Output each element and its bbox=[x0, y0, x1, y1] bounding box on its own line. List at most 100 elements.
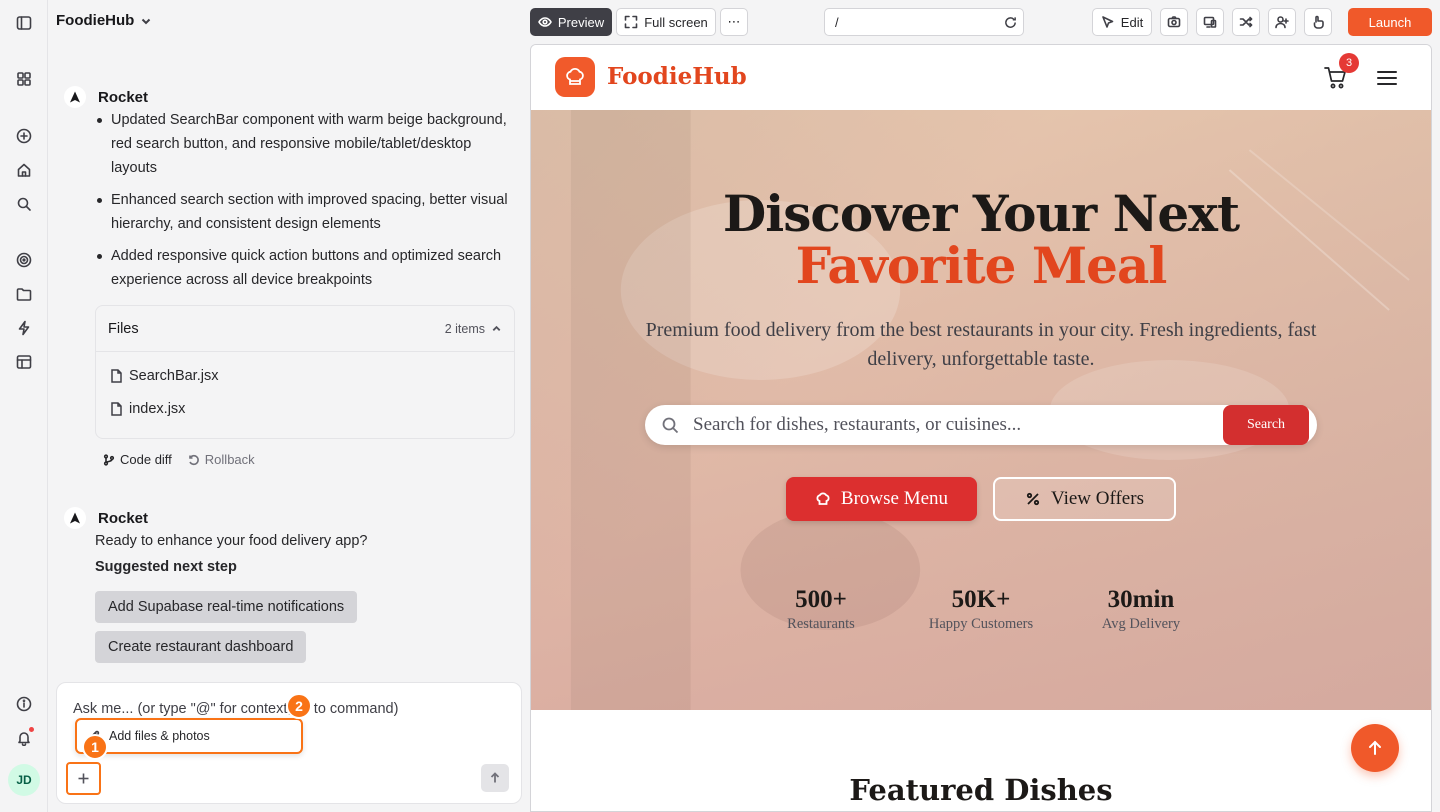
list-item: Enhanced search section with improved sp… bbox=[95, 188, 515, 236]
file-icon bbox=[111, 402, 122, 416]
scroll-to-top-button[interactable] bbox=[1351, 724, 1399, 772]
bolt-icon[interactable] bbox=[12, 316, 36, 340]
step-marker-2: 2 bbox=[286, 693, 312, 719]
cart-count-badge: 3 bbox=[1339, 53, 1359, 73]
featured-dishes-title: Featured Dishes bbox=[849, 773, 1113, 807]
arrow-up-icon bbox=[1369, 740, 1381, 755]
file-item[interactable]: index.jsx bbox=[110, 401, 185, 417]
launch-button[interactable]: Launch bbox=[1348, 8, 1432, 36]
cart-button[interactable]: 3 bbox=[1323, 53, 1359, 96]
url-text: / bbox=[835, 14, 839, 30]
view-offers-label: View Offers bbox=[1051, 488, 1144, 509]
shuffle-button[interactable] bbox=[1232, 8, 1260, 36]
files-count-label: 2 items bbox=[444, 321, 485, 336]
code-diff-button[interactable]: Code diff bbox=[103, 452, 172, 467]
step-marker-1: 1 bbox=[82, 734, 108, 760]
preview-label: Preview bbox=[557, 14, 605, 30]
share-user-button[interactable] bbox=[1268, 8, 1296, 36]
view-offers-button[interactable]: View Offers bbox=[993, 477, 1176, 521]
fullscreen-label: Full screen bbox=[644, 14, 708, 30]
sidebar-toggle-icon[interactable] bbox=[12, 11, 36, 35]
search-input[interactable]: Search for dishes, restaurants, or cuisi… bbox=[693, 414, 1021, 436]
hand-pointer-icon bbox=[1313, 15, 1324, 29]
fullscreen-button[interactable]: Full screen bbox=[616, 8, 716, 36]
chevron-down-icon bbox=[142, 18, 151, 24]
home-icon[interactable] bbox=[12, 158, 36, 182]
file-item[interactable]: SearchBar.jsx bbox=[110, 368, 218, 384]
edit-button[interactable]: Edit bbox=[1092, 8, 1152, 36]
stat-label: Avg Delivery bbox=[1101, 616, 1181, 632]
app-preview: FoodieHub 3 Discover Your Next Favorite … bbox=[530, 44, 1432, 812]
files-title: Files bbox=[108, 320, 139, 337]
browse-menu-label: Browse Menu bbox=[840, 488, 949, 509]
info-icon[interactable] bbox=[12, 692, 36, 716]
composer-placeholder[interactable]: Ask me... (or type "@" for context, "/" … bbox=[73, 701, 398, 717]
expand-icon bbox=[624, 15, 638, 29]
add-files-label: Add files & photos bbox=[109, 729, 210, 743]
stat-value: 50K+ bbox=[951, 586, 1011, 613]
edit-label: Edit bbox=[1120, 14, 1144, 30]
more-icon: ⋯ bbox=[727, 14, 741, 29]
search-icon[interactable] bbox=[12, 192, 36, 216]
camera-icon bbox=[1167, 16, 1181, 28]
message-actions: Code diff Rollback bbox=[103, 452, 255, 467]
refresh-icon[interactable] bbox=[1004, 16, 1017, 29]
new-chat-icon[interactable] bbox=[12, 124, 36, 148]
left-rail: JD bbox=[0, 0, 48, 812]
hamburger-menu-icon[interactable] bbox=[1377, 69, 1397, 92]
site-brand[interactable]: FoodieHub bbox=[607, 63, 747, 90]
target-icon[interactable] bbox=[12, 248, 36, 272]
hero-title-line2: Favorite Meal bbox=[795, 236, 1168, 295]
url-bar[interactable]: / bbox=[824, 8, 1024, 36]
code-diff-label: Code diff bbox=[120, 452, 172, 467]
suggestion-button[interactable]: Create restaurant dashboard bbox=[95, 631, 307, 663]
preview-button[interactable]: Preview bbox=[530, 8, 612, 36]
folder-icon[interactable] bbox=[12, 282, 36, 306]
bell-icon[interactable] bbox=[12, 726, 36, 750]
layout-icon[interactable] bbox=[12, 350, 36, 374]
hero-section: Discover Your Next Favorite Meal Premium… bbox=[531, 110, 1431, 710]
file-name: index.jsx bbox=[129, 401, 186, 417]
stat-value: 30min bbox=[1107, 586, 1175, 613]
avatar[interactable]: JD bbox=[8, 764, 40, 796]
list-item: Updated SearchBar component with warm be… bbox=[95, 108, 515, 180]
add-attachment-button[interactable] bbox=[66, 762, 101, 795]
screenshot-button[interactable] bbox=[1160, 8, 1188, 36]
message-author: Rocket bbox=[98, 88, 149, 106]
arrow-up-icon bbox=[490, 772, 500, 783]
devices-icon bbox=[1203, 16, 1217, 28]
eye-icon bbox=[538, 17, 552, 27]
chef-hat-logo-icon[interactable] bbox=[555, 57, 595, 97]
list-item: Added responsive quick action buttons an… bbox=[95, 244, 515, 292]
suggestions-title: Suggested next step bbox=[95, 559, 237, 575]
rollback-button[interactable]: Rollback bbox=[188, 452, 255, 467]
files-header[interactable]: Files 2 items bbox=[96, 306, 514, 352]
responsive-button[interactable] bbox=[1196, 8, 1224, 36]
chef-hat-icon bbox=[816, 492, 830, 505]
hero-search-bar[interactable]: Search for dishes, restaurants, or cuisi… bbox=[645, 405, 1317, 445]
apps-grid-icon[interactable] bbox=[12, 67, 36, 91]
chevron-up-icon[interactable] bbox=[491, 323, 502, 334]
search-icon bbox=[662, 417, 679, 434]
send-button[interactable] bbox=[481, 764, 509, 792]
deploy-button[interactable] bbox=[1304, 8, 1332, 36]
rocket-logo-icon bbox=[64, 86, 86, 108]
file-icon bbox=[111, 369, 122, 383]
hero-subtitle: Premium food delivery from the best rest… bbox=[645, 319, 1317, 370]
file-name: SearchBar.jsx bbox=[129, 368, 219, 384]
message-author: Rocket bbox=[98, 509, 149, 527]
git-branch-icon bbox=[103, 453, 115, 466]
more-options-button[interactable]: ⋯ bbox=[720, 8, 748, 36]
hero-title-line1: Discover Your Next bbox=[722, 184, 1240, 243]
undo-icon bbox=[188, 454, 199, 465]
stat-customers: 50K+ Happy Customers bbox=[901, 586, 1061, 633]
browse-menu-button[interactable]: Browse Menu bbox=[786, 477, 977, 521]
message-header: Rocket bbox=[64, 86, 148, 108]
search-button[interactable]: Search bbox=[1223, 405, 1309, 445]
suggestion-button[interactable]: Add Supabase real-time notifications bbox=[95, 591, 358, 623]
add-files-menu-item[interactable]: Add files & photos bbox=[75, 718, 303, 754]
cursor-select-icon bbox=[1101, 16, 1114, 28]
project-selector[interactable]: FoodieHub bbox=[56, 12, 152, 29]
rollback-label: Rollback bbox=[204, 452, 255, 467]
notification-dot bbox=[29, 727, 34, 732]
